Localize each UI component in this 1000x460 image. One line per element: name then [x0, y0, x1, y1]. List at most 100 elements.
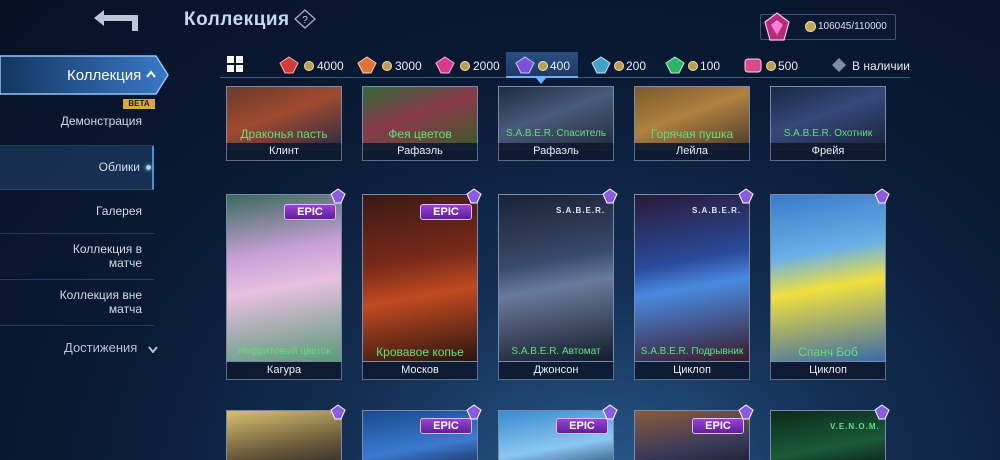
- epic-badge: EPIC: [420, 418, 472, 434]
- filter-value: 3000: [395, 59, 422, 73]
- collection-points: 106045/110000: [818, 21, 887, 32]
- filter-value: 200: [626, 59, 647, 73]
- sidebar-item-label: Облики: [98, 160, 140, 174]
- gem-purple-icon: [330, 188, 346, 204]
- skin-name: Горячая пушка: [650, 127, 734, 141]
- epic-badge: EPIC: [692, 418, 744, 434]
- hero-name: Циклоп: [770, 362, 886, 380]
- gem-purple-icon: [466, 188, 482, 204]
- hero-name: Джонсон: [498, 362, 614, 380]
- filter-tab-200[interactable]: 200: [590, 52, 650, 78]
- diamond-icon: [832, 58, 846, 72]
- collector-emblem-icon[interactable]: [762, 10, 792, 44]
- beta-badge: BETA: [123, 99, 155, 109]
- filter-available-label: В наличии: [852, 59, 911, 73]
- gem-purple-icon: [602, 188, 618, 204]
- svg-text:?: ?: [302, 15, 308, 26]
- collection-screen: Коллекция ? 106045/110000 Коллекция BETA…: [0, 0, 1000, 460]
- epic-badge: EPIC: [420, 204, 472, 220]
- filter-tab-4000[interactable]: 4000: [278, 52, 348, 78]
- gem-pink-icon: [435, 56, 455, 74]
- sidebar-item-gallery[interactable]: Галерея: [0, 190, 154, 234]
- saber-logo: S.A.B.E.R.: [692, 206, 742, 215]
- skins-grid: Драконья пасть Клинт Фея цветов Рафаэль …: [220, 86, 920, 460]
- coin-icon: [538, 61, 548, 71]
- skin-name: S.A.B.E.R. Спаситель: [505, 128, 607, 139]
- venom-logo: V.E.N.O.M.: [830, 422, 880, 431]
- skin-name: Драконья пасть: [240, 127, 328, 141]
- gem-purple-icon: [602, 404, 618, 420]
- gem-teal-icon: [591, 56, 611, 74]
- hero-name: Фрейя: [770, 143, 886, 161]
- coin-icon: [688, 61, 698, 71]
- filter-tab-400[interactable]: 400: [506, 52, 578, 78]
- coin-icon: [614, 61, 624, 71]
- skin-name: S.A.B.E.R. Охотник: [783, 128, 873, 139]
- gem-purple-icon: [738, 404, 754, 420]
- grid-view-icon[interactable]: [227, 56, 243, 72]
- sidebar-item-demo[interactable]: Демонстрация: [0, 110, 154, 146]
- gem-purple-icon: [515, 56, 535, 74]
- selected-caret-icon: [536, 78, 546, 84]
- gem-purple-icon: [874, 188, 890, 204]
- hero-name: Циклоп: [634, 362, 750, 380]
- hero-name: Рафаэль: [498, 143, 614, 161]
- skin-art: [770, 86, 886, 150]
- coin-icon: [382, 61, 392, 71]
- page-title: Коллекция: [184, 9, 290, 30]
- skin-name: S.A.B.E.R. Автомат: [511, 346, 601, 357]
- hero-name: Рафаэль: [362, 143, 478, 161]
- sidebar-item-out-match[interactable]: Коллекция вне матча: [0, 280, 154, 326]
- sidebar-item-achievements[interactable]: Достижения: [64, 340, 137, 355]
- gem-green-icon: [665, 56, 685, 74]
- skin-art: [770, 410, 886, 460]
- chevron-down-icon: [148, 346, 158, 353]
- sidebar-item-label: Галерея: [95, 204, 142, 218]
- filter-tab-100[interactable]: 100: [664, 52, 724, 78]
- coin-icon: [304, 61, 314, 71]
- filter-value: 100: [700, 59, 721, 73]
- skin-name: Нефритовый цветок: [237, 346, 331, 357]
- skin-art: [634, 194, 750, 362]
- sidebar-item-in-match[interactable]: Коллекция в матче: [0, 234, 154, 280]
- help-icon[interactable]: ?: [294, 9, 316, 29]
- sidebar-item-skins[interactable]: Облики: [0, 146, 154, 190]
- coin-icon: [766, 61, 776, 71]
- coin-icon: [805, 21, 816, 32]
- gem-red-icon: [279, 56, 299, 74]
- hero-name: Лейла: [634, 143, 750, 161]
- skin-art: [226, 410, 342, 460]
- gem-purple-icon: [466, 404, 482, 420]
- filter-value: 400: [550, 59, 571, 73]
- skin-art: [498, 194, 614, 362]
- gem-purple-icon: [738, 188, 754, 204]
- hero-name: Москов: [362, 362, 478, 380]
- selected-dot-icon: [146, 164, 151, 170]
- gem-orange-icon: [357, 56, 377, 74]
- epic-badge: EPIC: [556, 418, 608, 434]
- filter-value: 4000: [317, 59, 344, 73]
- gem-special-icon: [744, 58, 762, 73]
- back-arrow-icon[interactable]: [88, 4, 144, 36]
- skin-name: Фея цветов: [388, 127, 452, 141]
- saber-logo: S.A.B.E.R.: [556, 206, 606, 215]
- coin-icon: [460, 61, 470, 71]
- filter-value: 2000: [473, 59, 500, 73]
- sidebar-item-label: Коллекция в матче: [72, 242, 142, 270]
- skin-art: [770, 194, 886, 362]
- filter-tab-2000[interactable]: 2000: [434, 52, 504, 78]
- sidebar-item-label: Коллекция вне матча: [59, 288, 142, 316]
- sidebar: Коллекция BETA Демонстрация Облики Галер…: [0, 54, 169, 460]
- sidebar-active-label: Коллекция: [67, 67, 142, 84]
- epic-badge: EPIC: [284, 204, 336, 220]
- skin-art: [498, 86, 614, 150]
- skin-name: S.A.B.E.R. Подрывник: [640, 346, 744, 357]
- gem-purple-icon: [330, 404, 346, 420]
- hero-name: Клинт: [226, 143, 342, 161]
- filter-tab-500[interactable]: 500: [742, 52, 802, 78]
- filter-tab-available[interactable]: В наличии: [830, 52, 910, 78]
- chevron-up-icon: [146, 70, 156, 78]
- filter-value: 500: [778, 59, 799, 73]
- gem-purple-icon: [874, 404, 890, 420]
- filter-tab-3000[interactable]: 3000: [356, 52, 426, 78]
